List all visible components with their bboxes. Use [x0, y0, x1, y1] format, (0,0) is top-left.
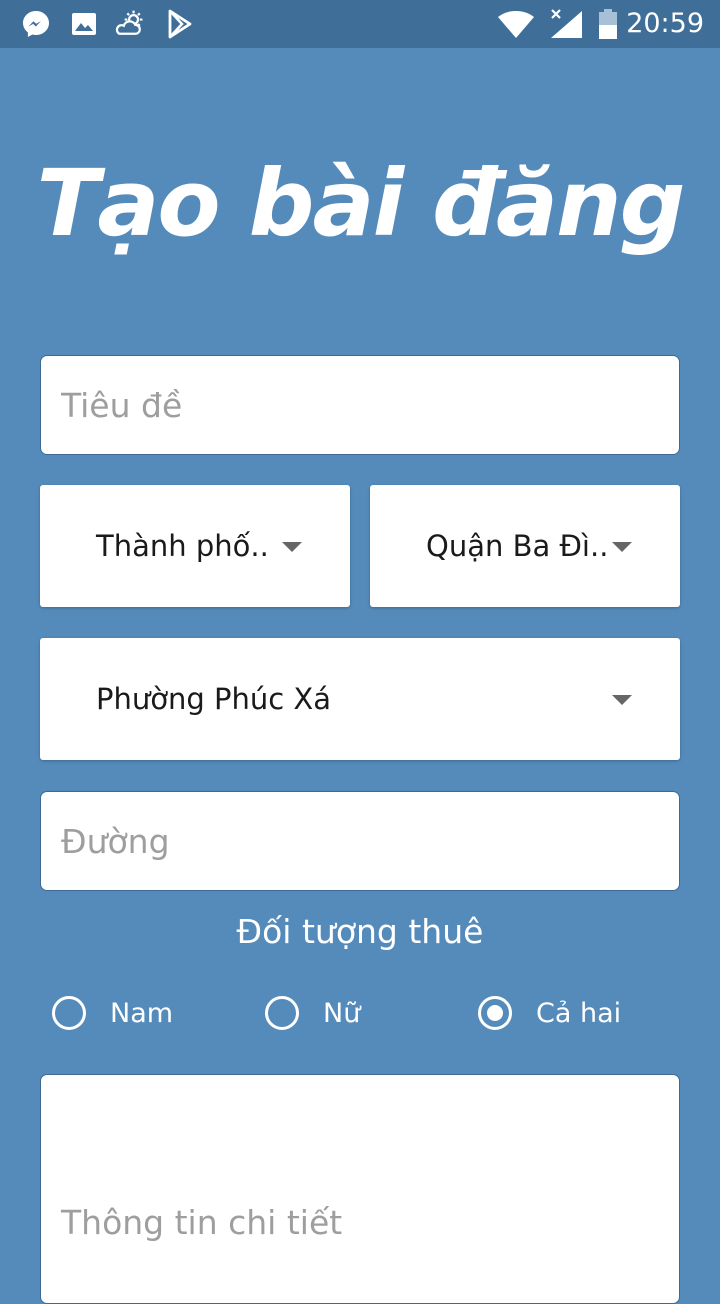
city-select-value: Thành phố..: [96, 529, 269, 563]
radio-option-male[interactable]: Nam: [52, 993, 173, 1033]
ward-select-value: Phường Phúc Xá: [96, 682, 332, 716]
chevron-down-icon: [612, 695, 632, 705]
radio-option-both[interactable]: Cả hai: [478, 993, 621, 1033]
chevron-down-icon: [282, 542, 302, 552]
messenger-icon: [23, 11, 49, 37]
street-field[interactable]: [40, 791, 680, 891]
wifi-icon: [498, 11, 534, 38]
clock-time: 20:59: [626, 8, 704, 39]
district-select[interactable]: Quận Ba Đì..: [370, 485, 680, 607]
district-select-value: Quận Ba Đì..: [426, 529, 609, 563]
radio-label: Cả hai: [536, 997, 622, 1029]
title-field[interactable]: [40, 355, 680, 455]
radio-button-selected[interactable]: [478, 996, 512, 1030]
radio-selected-dot: [487, 1005, 503, 1021]
tenant-type-label: Đối tượng thuê: [236, 912, 484, 951]
gallery-icon: [72, 13, 96, 35]
radio-button[interactable]: [265, 996, 299, 1030]
radio-label: Nam: [110, 997, 174, 1029]
city-select[interactable]: Thành phố..: [40, 485, 350, 607]
chevron-down-icon: [612, 542, 632, 552]
details-textarea[interactable]: [41, 1075, 679, 1275]
status-bar: 20:59: [0, 0, 720, 48]
street-input[interactable]: [41, 792, 679, 890]
details-field[interactable]: [40, 1074, 680, 1304]
page-title: Tạo bài đăng: [36, 150, 686, 257]
radio-option-female[interactable]: Nữ: [265, 993, 360, 1033]
signal-icon: [551, 9, 582, 38]
radio-label: Nữ: [323, 997, 361, 1029]
battery-icon: [599, 9, 617, 39]
weather-icon: [115, 10, 143, 35]
play-store-icon: [168, 9, 192, 39]
title-input[interactable]: [41, 356, 679, 454]
ward-select[interactable]: Phường Phúc Xá: [40, 638, 680, 760]
radio-button[interactable]: [52, 996, 86, 1030]
